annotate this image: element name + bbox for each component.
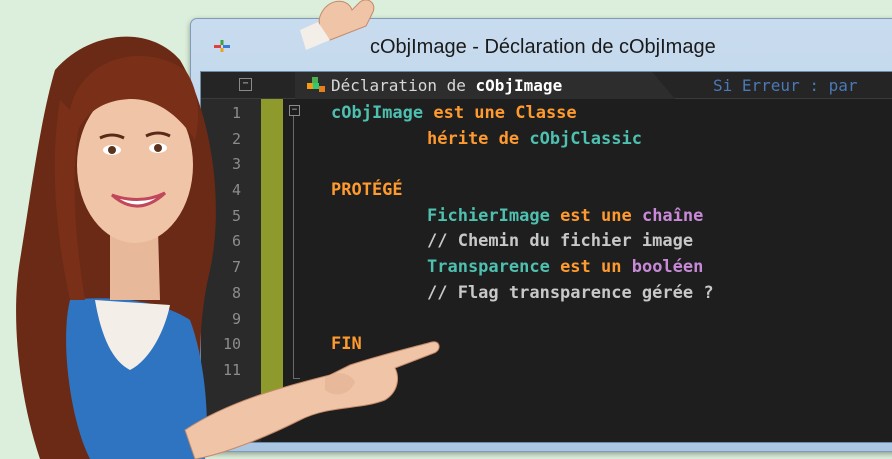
line-number: 2 [231,129,241,148]
code-editor-window: cObjImage - Déclaration de cObjImage − D… [190,18,892,452]
line-number: 11 [222,360,241,379]
code-area[interactable]: cObjImage est une Classe hérite de cObjC… [331,101,892,358]
code-line-5: FichierImage est une chaîne [427,205,704,226]
tab-declaration[interactable]: Déclaration de cObjImage [295,72,675,99]
fold-guide [293,114,294,379]
fold-toggle-icon[interactable]: − [289,105,300,116]
tab-declaration-label: Déclaration de cObjImage [331,76,563,95]
code-line-7: Transparence est un booléen [427,257,704,278]
fold-end-marker [293,378,300,379]
line-number: 1 [231,104,241,122]
line-number: 3 [231,155,241,174]
line-number: 10 [222,335,241,354]
code-line-10: FIN [331,334,362,355]
change-indicator-bar [261,99,283,410]
code-line-6: // Chemin du fichier image [427,231,694,252]
line-number: 5 [231,206,241,225]
code-line-1: cObjImage est une Classe [331,103,577,123]
tab-si-erreur[interactable]: Si Erreur : par [713,76,858,95]
line-number: 6 [231,232,241,251]
title-bar[interactable]: cObjImage - Déclaration de cObjImage [191,19,892,69]
app-icon [214,40,230,52]
collapse-all-icon[interactable]: − [239,78,252,91]
line-number-gutter: 1 2 3 4 5 6 7 8 9 10 11 [201,99,261,442]
code-line-8: // Flag transparence gérée ? [427,282,714,303]
window-title: cObjImage - Déclaration de cObjImage [370,36,716,58]
line-number: 8 [231,283,241,302]
line-number: 4 [231,181,241,200]
tab-bar: − Déclaration de cObjImage Si Erreur : p… [201,72,892,99]
line-number: 9 [231,309,241,328]
code-line-2: hérite de cObjClassic [427,128,642,149]
line-number: 7 [231,258,241,277]
code-editor[interactable]: − Déclaration de cObjImage Si Erreur : p… [200,71,892,443]
class-declaration-icon [307,77,325,92]
code-line-4: PROTÉGÉ [331,180,403,201]
